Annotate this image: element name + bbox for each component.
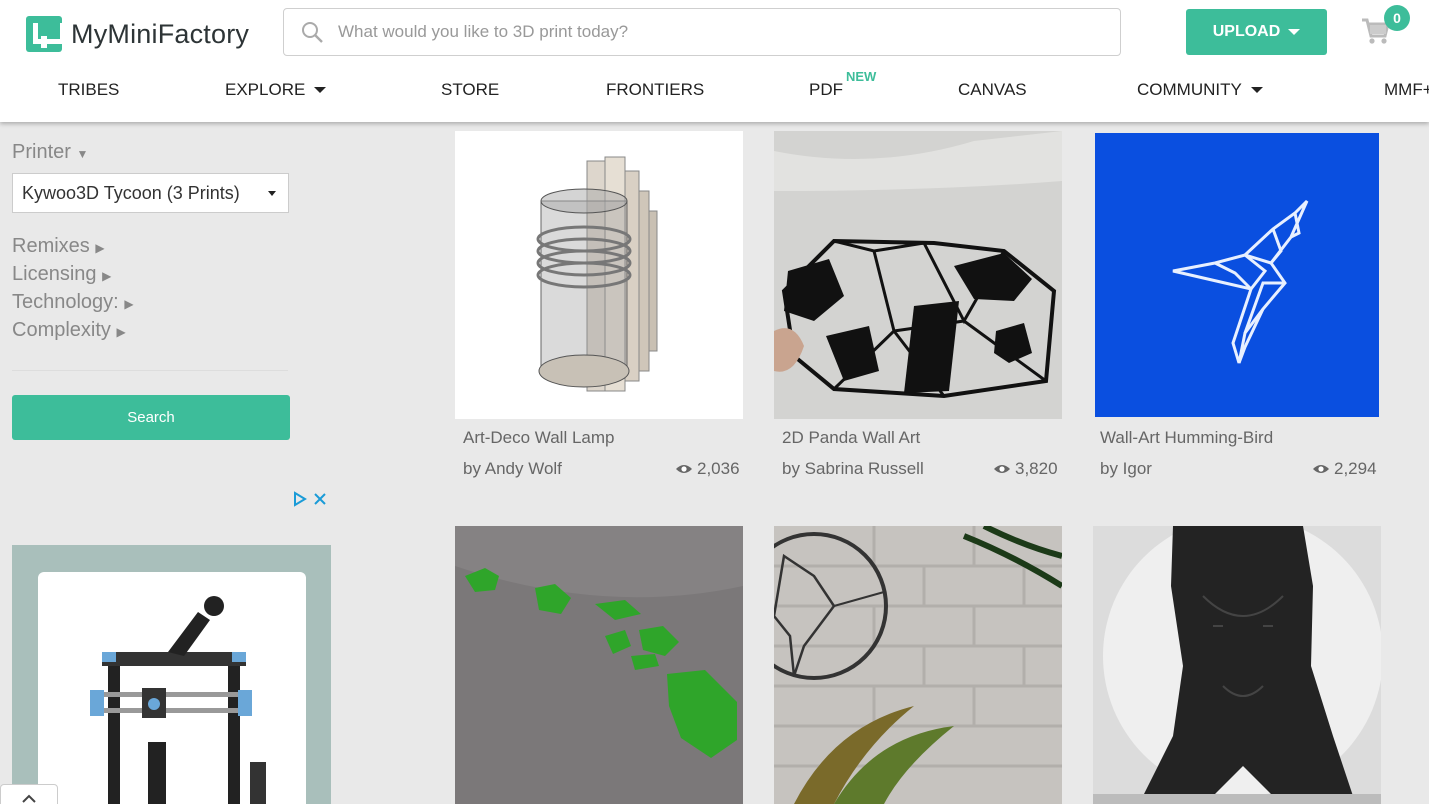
upload-button[interactable]: UPLOAD <box>1186 9 1327 55</box>
result-thumbnail[interactable] <box>774 526 1062 804</box>
search-button[interactable]: Search <box>12 395 290 440</box>
printer-select[interactable]: Kywoo3D Tycoon (3 Prints) <box>12 173 289 213</box>
site-header: MyMiniFactory UPLOAD 0 TRIBES EXPLORE ST… <box>0 0 1429 122</box>
result-title[interactable]: Art-Deco Wall Lamp <box>463 428 614 448</box>
nav-canvas-label: CANVAS <box>958 80 1027 99</box>
nav-mmf-plus-label: MMF+ <box>1384 80 1429 99</box>
result-title[interactable]: Wall-Art Humming-Bird <box>1100 428 1273 448</box>
upload-label: UPLOAD <box>1212 23 1281 40</box>
search-input[interactable] <box>338 22 1078 42</box>
result-views: 3,820 <box>993 459 1058 479</box>
chevron-down-icon <box>268 191 276 196</box>
nav-pdf[interactable]: PDF <box>809 80 843 100</box>
hummingbird-art-image <box>1095 133 1379 417</box>
search-bar <box>283 8 1121 56</box>
logo-icon <box>26 16 65 52</box>
eye-icon <box>1313 465 1329 473</box>
cart-count-badge: 0 <box>1384 5 1410 31</box>
result-thumbnail[interactable] <box>774 131 1062 419</box>
triangle-down-icon: ▼ <box>76 147 89 161</box>
result-views-count: 2,294 <box>1334 459 1377 478</box>
ad-controls <box>292 491 328 507</box>
result-thumbnail[interactable] <box>455 526 743 804</box>
filter-technology-label: Technology: <box>12 291 119 313</box>
advertisement[interactable] <box>12 545 331 804</box>
filter-complexity[interactable]: Complexity ▶ <box>12 319 126 342</box>
result-title[interactable]: 2D Panda Wall Art <box>782 428 920 448</box>
sidebar-divider <box>12 370 288 371</box>
ad-choices-icon[interactable] <box>292 491 308 507</box>
anime-relief-image <box>1093 526 1381 804</box>
result-thumbnail[interactable] <box>1093 526 1381 804</box>
triangle-right-icon: ▶ <box>95 241 105 255</box>
result-views-count: 2,036 <box>697 459 740 478</box>
nav-tribes[interactable]: TRIBES <box>58 80 119 100</box>
nav-canvas[interactable]: CANVAS <box>958 80 1027 100</box>
scroll-to-top-button[interactable] <box>0 784 58 804</box>
search-icon <box>302 22 323 43</box>
result-thumbnail[interactable] <box>1095 133 1379 417</box>
nav-frontiers-label: FRONTIERS <box>606 80 705 99</box>
close-icon[interactable] <box>312 491 328 507</box>
nav-explore-label: EXPLORE <box>225 80 306 99</box>
chevron-down-icon <box>314 87 327 93</box>
result-author[interactable]: by Igor <box>1100 459 1152 479</box>
triangle-right-icon: ▶ <box>124 297 134 311</box>
wall-lamp-image <box>536 156 658 392</box>
chevron-down-icon <box>1288 29 1301 35</box>
ad-3d-printer-image <box>90 596 266 804</box>
filter-technology[interactable]: Technology: ▶ <box>12 291 134 314</box>
logo-text: MyMiniFactory <box>71 18 250 49</box>
panda-art-image <box>774 131 1062 419</box>
ad-card <box>38 572 306 804</box>
filter-remixes-label: Remixes <box>12 235 90 257</box>
site-logo[interactable]: MyMiniFactory <box>26 16 249 52</box>
nav-mmf-plus[interactable]: MMF+ <box>1384 80 1429 100</box>
nav-tribes-label: TRIBES <box>58 80 120 99</box>
printer-filter-toggle[interactable]: Printer ▼ <box>12 141 88 164</box>
nav-community-label: COMMUNITY <box>1137 80 1242 99</box>
triangle-right-icon: ▶ <box>102 269 112 283</box>
nav-explore[interactable]: EXPLORE <box>225 80 327 100</box>
triangle-right-icon: ▶ <box>116 325 126 339</box>
nav-store[interactable]: STORE <box>441 80 499 100</box>
chevron-down-icon <box>1250 87 1263 93</box>
result-views: 2,036 <box>675 459 740 479</box>
hawaii-map-image <box>455 526 743 804</box>
result-author[interactable]: by Sabrina Russell <box>782 459 924 479</box>
eye-icon <box>676 465 692 473</box>
hummingbird-brick-wall-image <box>774 526 1062 804</box>
chevron-up-icon <box>22 794 36 803</box>
nav-pdf-label: PDF <box>809 80 843 99</box>
search-button-label: Search <box>127 409 175 426</box>
nav-community[interactable]: COMMUNITY <box>1137 80 1263 100</box>
new-badge: NEW <box>846 69 877 84</box>
nav-frontiers[interactable]: FRONTIERS <box>606 80 704 100</box>
filter-licensing[interactable]: Licensing ▶ <box>12 263 111 286</box>
result-views-count: 3,820 <box>1015 459 1058 478</box>
eye-icon <box>994 465 1010 473</box>
result-thumbnail[interactable] <box>455 131 743 419</box>
main-nav: TRIBES EXPLORE STORE FRONTIERS PDF CANVA… <box>0 80 1429 104</box>
filter-complexity-label: Complexity <box>12 319 111 341</box>
filter-remixes[interactable]: Remixes ▶ <box>12 235 105 258</box>
result-views: 2,294 <box>1312 459 1377 479</box>
nav-store-label: STORE <box>441 80 500 99</box>
result-author[interactable]: by Andy Wolf <box>463 459 562 479</box>
filter-licensing-label: Licensing <box>12 263 97 285</box>
printer-select-value: Kywoo3D Tycoon (3 Prints) <box>22 182 240 203</box>
printer-filter-label: Printer <box>12 141 71 163</box>
